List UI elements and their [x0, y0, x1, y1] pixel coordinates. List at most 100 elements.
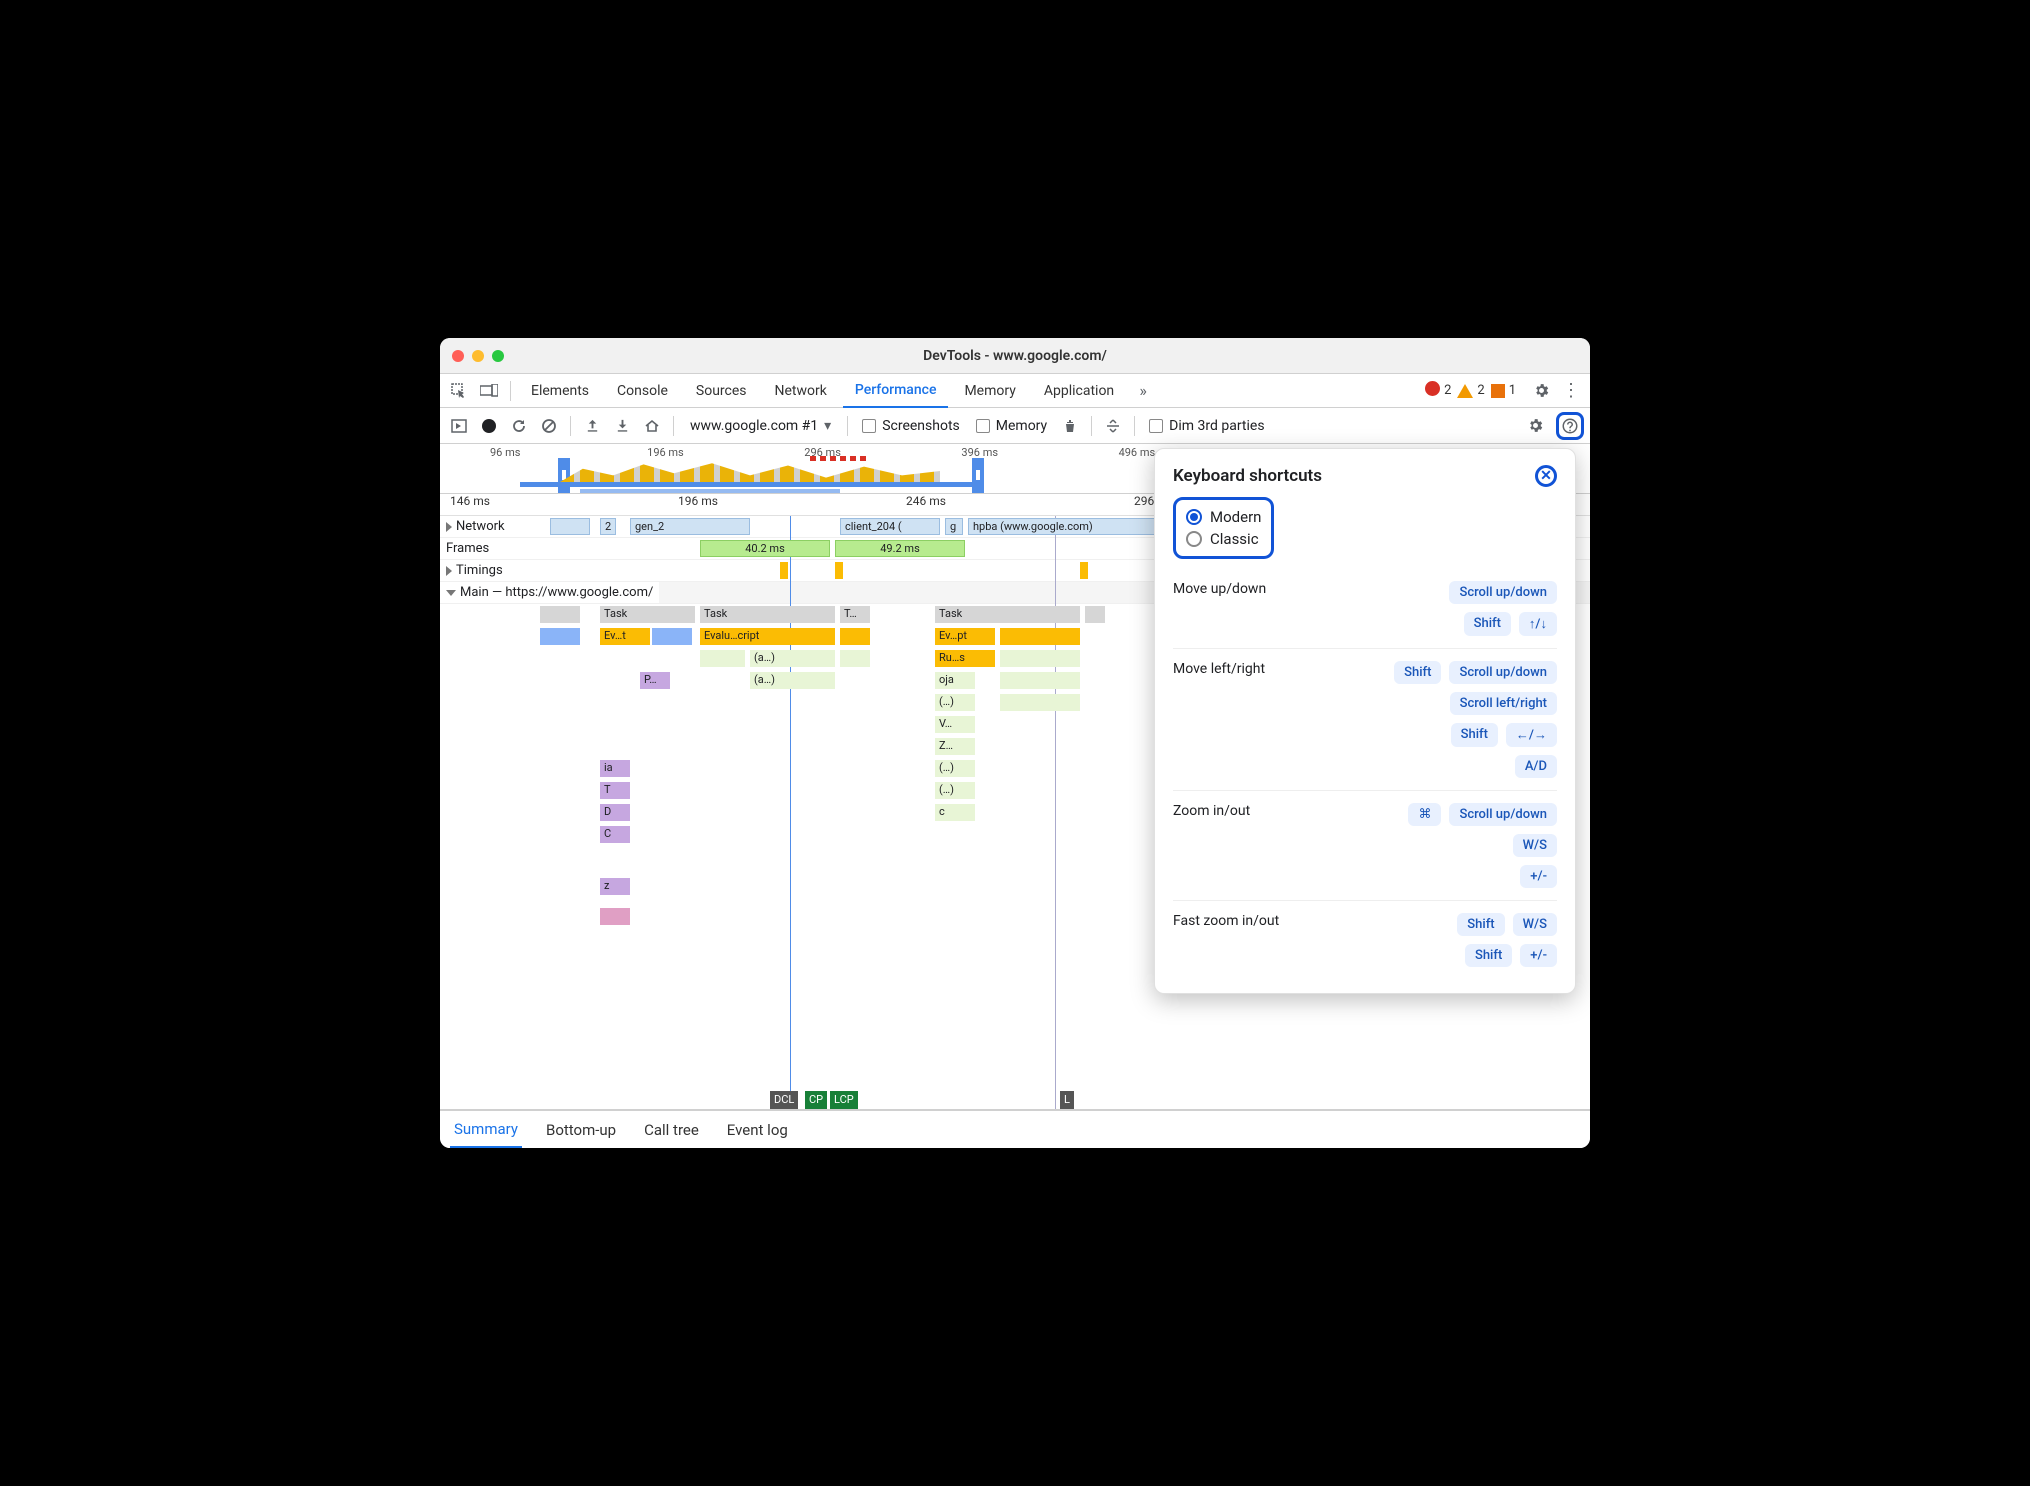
radio-modern[interactable]: Modern — [1186, 506, 1261, 528]
radio-classic[interactable]: Classic — [1186, 528, 1261, 550]
titlebar: DevTools - www.google.com/ — [440, 338, 1590, 374]
flame-segment[interactable] — [1000, 672, 1080, 689]
window-close-button[interactable] — [452, 350, 464, 362]
tab-event-log[interactable]: Event log — [723, 1113, 792, 1147]
flame-segment[interactable]: Ru…s — [935, 650, 995, 667]
timing-mark[interactable] — [780, 562, 788, 579]
key-badge: W/S — [1513, 913, 1557, 936]
frame-segment[interactable]: 40.2 ms — [700, 540, 830, 557]
collapse-icon[interactable] — [1100, 413, 1126, 439]
flame-segment[interactable]: oja — [935, 672, 975, 689]
flame-segment[interactable]: P… — [640, 672, 670, 689]
timing-mark[interactable] — [835, 562, 843, 579]
flame-segment[interactable]: Ev…t — [600, 628, 650, 645]
screenshots-checkbox[interactable]: Screenshots — [862, 418, 960, 434]
flame-segment[interactable]: (…) — [935, 782, 975, 799]
capture-settings-icon[interactable] — [1522, 413, 1548, 439]
close-icon[interactable]: ✕ — [1535, 465, 1557, 487]
key-badge: ←/→ — [1506, 723, 1557, 747]
tab-console[interactable]: Console — [605, 374, 680, 408]
flame-segment[interactable] — [1000, 694, 1080, 711]
flame-segment[interactable] — [1000, 628, 1080, 645]
flame-segment[interactable] — [840, 650, 870, 667]
timing-mark[interactable] — [1080, 562, 1088, 579]
tab-call-tree[interactable]: Call tree — [640, 1113, 703, 1147]
shortcut-label: Zoom in/out — [1173, 803, 1250, 819]
help-button[interactable] — [1556, 412, 1584, 440]
network-segment[interactable]: gen_2 — [630, 518, 750, 535]
flame-segment[interactable] — [1000, 650, 1080, 667]
tab-summary[interactable]: Summary — [450, 1112, 522, 1148]
clear-icon[interactable] — [536, 413, 562, 439]
overview-left-handle[interactable] — [558, 458, 570, 493]
flame-segment[interactable]: ia — [600, 760, 630, 777]
flame-segment[interactable]: V… — [935, 716, 975, 733]
device-toolbar-icon[interactable] — [476, 378, 502, 404]
window-max-button[interactable] — [492, 350, 504, 362]
flame-segment[interactable]: (a…) — [750, 650, 835, 667]
expand-icon[interactable] — [446, 566, 452, 576]
flame-segment[interactable]: (a…) — [750, 672, 835, 689]
flame-segment[interactable] — [540, 606, 580, 623]
flame-segment[interactable]: Task — [935, 606, 1080, 623]
network-segment[interactable]: g — [945, 518, 963, 535]
fcp-marker[interactable]: CP — [805, 1091, 827, 1109]
flame-segment[interactable] — [540, 628, 580, 645]
network-segment[interactable] — [550, 518, 590, 535]
flame-segment[interactable] — [840, 628, 870, 645]
tab-elements[interactable]: Elements — [519, 374, 601, 408]
flame-segment[interactable]: c — [935, 804, 975, 821]
record-button[interactable] — [476, 413, 502, 439]
flame-segment[interactable]: T — [600, 782, 630, 799]
flame-segment[interactable] — [600, 908, 630, 925]
overview-long-task-markers — [810, 456, 870, 461]
flame-segment[interactable]: (…) — [935, 694, 975, 711]
inspect-icon[interactable] — [446, 378, 472, 404]
tab-bottom-up[interactable]: Bottom-up — [542, 1113, 620, 1147]
reload-record-icon[interactable] — [506, 413, 532, 439]
expand-icon[interactable] — [446, 522, 452, 532]
upload-icon[interactable] — [579, 413, 605, 439]
toggle-sidebar-icon[interactable] — [446, 413, 472, 439]
flame-segment[interactable]: T… — [840, 606, 870, 623]
flame-segment[interactable]: Ev…pt — [935, 628, 995, 645]
flame-segment[interactable]: (…) — [935, 760, 975, 777]
tab-sources[interactable]: Sources — [684, 374, 759, 408]
flame-segment[interactable] — [652, 628, 692, 645]
memory-checkbox[interactable]: Memory — [976, 418, 1047, 434]
download-icon[interactable] — [609, 413, 635, 439]
settings-icon[interactable] — [1528, 378, 1554, 404]
flame-segment[interactable]: Evalu…cript — [700, 628, 835, 645]
window-min-button[interactable] — [472, 350, 484, 362]
tab-application[interactable]: Application — [1032, 374, 1126, 408]
tab-memory[interactable]: Memory — [952, 374, 1027, 408]
flame-segment[interactable]: z — [600, 878, 630, 895]
network-segment[interactable]: 2 — [600, 518, 616, 535]
network-segment[interactable]: hpba (www.google.com) — [968, 518, 1158, 535]
recording-selector[interactable]: www.google.com #1 ▾ — [682, 413, 839, 439]
frame-segment[interactable]: 49.2 ms — [835, 540, 965, 557]
tab-performance[interactable]: Performance — [843, 374, 949, 408]
dcl-marker[interactable]: DCL — [770, 1091, 798, 1109]
flame-segment[interactable] — [1085, 606, 1105, 623]
more-tabs-icon[interactable]: » — [1130, 378, 1156, 404]
overview-range-bar2 — [580, 489, 840, 493]
tab-network[interactable]: Network — [763, 374, 839, 408]
issue-badges[interactable]: 2 2 1 — [1425, 381, 1516, 400]
collapse-icon[interactable] — [446, 590, 456, 596]
lcp-marker[interactable]: LCP — [830, 1091, 858, 1109]
flame-segment[interactable]: Task — [600, 606, 695, 623]
flame-segment[interactable]: Task — [700, 606, 835, 623]
devtools-window: DevTools - www.google.com/ Elements Cons… — [440, 338, 1590, 1148]
flame-segment[interactable] — [700, 650, 745, 667]
dim-3rd-parties-checkbox[interactable]: Dim 3rd parties — [1149, 418, 1264, 434]
home-icon[interactable] — [639, 413, 665, 439]
flame-segment[interactable]: D — [600, 804, 630, 821]
flame-segment[interactable]: C — [600, 826, 630, 843]
load-marker[interactable]: L — [1060, 1091, 1074, 1109]
flame-segment[interactable]: Z… — [935, 738, 975, 755]
gc-icon[interactable] — [1057, 413, 1083, 439]
kebab-menu-icon[interactable]: ⋮ — [1558, 378, 1584, 404]
overview-right-handle[interactable] — [972, 458, 984, 493]
network-segment[interactable]: client_204 ( — [840, 518, 940, 535]
